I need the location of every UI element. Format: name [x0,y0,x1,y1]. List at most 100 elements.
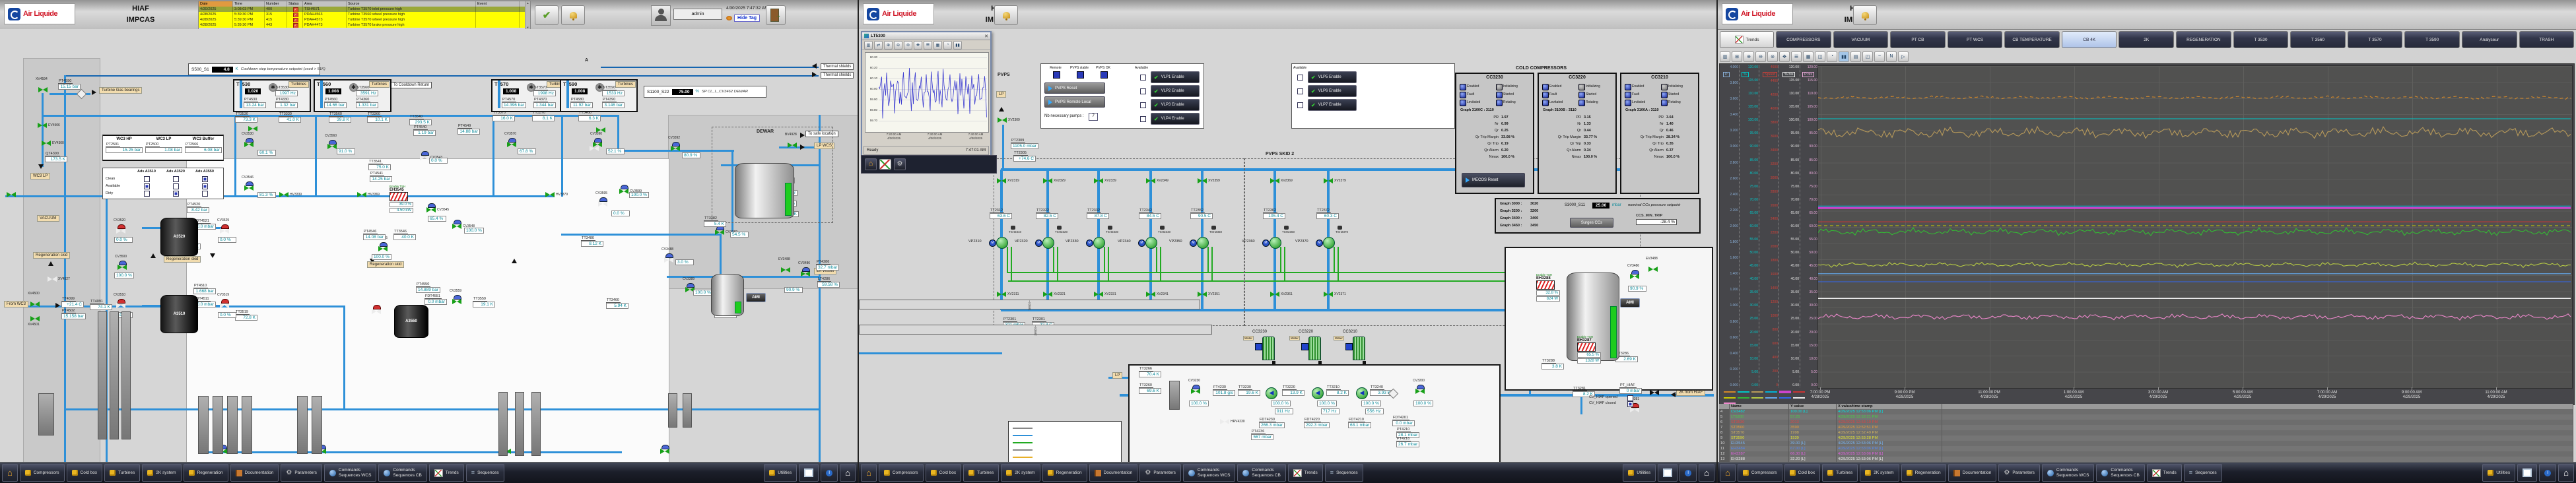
valve-CV3545[interactable]: CV3545 [426,207,436,213]
button-surges-ccs[interactable]: Surges CCs [1570,218,1613,228]
ads-check-Dirty-Ads A3520[interactable] [173,191,179,197]
nb-pumps-value[interactable]: 7 [1089,113,1098,121]
alarm-bell-button[interactable] [994,5,1018,25]
alarm-bell-button[interactable] [561,5,585,25]
taskbar-item-info[interactable]: i [821,464,838,482]
taskbar-item-cold-box[interactable]: Cold box [67,464,103,482]
valve-CV3520[interactable]: CV3520 [116,228,125,234]
legend-row-CV3482[interactable]: 4CV3482100.00 [L]4/29/2025 12:53:06 PM [… [1719,409,2573,414]
taskbar-item-documentation[interactable]: Documentation [1089,464,1138,482]
alarm-row[interactable]: 4/28/20255:39:30 PM443✓PDAH4473Turbine T… [199,22,530,28]
valve-CV3510[interactable]: CV3510 [116,303,125,309]
ads-check-Clean-Ads A3550[interactable] [202,176,208,182]
chart-tool-3[interactable]: ⊖ [1755,51,1766,62]
legend-row-ST3530[interactable]: 6ST353020134/29/2025 12:53:10 PM [1719,420,2573,425]
valve-BV4928[interactable]: BV4928 [788,143,797,148]
taskbar-item-commands-sequences-wcs[interactable]: Commands Sequences WCS [2042,464,2095,482]
taskbar-item-commands-sequences-wcs[interactable]: Commands Sequences WCS [324,464,377,482]
popup-tool-5[interactable]: ✥ [914,41,922,49]
legend-row-EH3545[interactable]: 10EH354539.00 [L]4/29/2025 12:53:06 PM [… [1719,441,2573,446]
popup-tool-0[interactable]: ▥ [864,41,873,49]
tab-analyseur[interactable]: Analyseur [2462,31,2517,48]
chart-tool-1[interactable]: ⊞ [1732,51,1742,62]
scroll-up-icon[interactable]: ▲ [525,1,530,5]
chart-tool-5[interactable]: ✥ [1779,51,1790,62]
valve-XV2371[interactable]: XV2371 [1324,292,1333,298]
taskbar-item-Utilities[interactable]: Utilities [1623,464,1656,482]
taskbar-item-parameters[interactable]: ⚙Parameters [1998,464,2040,482]
legend-row-EH3287[interactable]: 12EH328766.30 [L]4/29/2025 12:53:06 PM [… [1719,451,2573,457]
valve-XV2351[interactable]: XV2351 [1198,292,1207,298]
valve-HV3369[interactable]: HV3369 [357,192,366,198]
legend-row-ST3590[interactable]: 9ST359015394/29/2025 12:53:28 PM [1719,435,2573,441]
valve-XV2341[interactable]: XV2341 [1146,292,1155,298]
ads-check-Available-Ads A3520[interactable] [173,183,179,189]
available-check[interactable] [1297,88,1303,94]
taskbar-item-parameters[interactable]: ⚙Parameters [1139,464,1181,482]
valve-XV2359[interactable]: XV2359 [1198,178,1207,184]
available-check[interactable] [1297,75,1303,80]
vacuum-pump-VP2370[interactable]: MVP2370TSH2370 [1323,237,1335,249]
vacuum-pump-VP2340[interactable]: MVP2340TSH2340 [1145,237,1157,249]
taskbar-item-documentation[interactable]: Documentation [230,464,279,482]
sp-value[interactable]: 25.00 [1592,203,1610,209]
valve-CV3560[interactable]: CV3560 [327,144,337,150]
mini-trends-button[interactable] [879,159,891,170]
taskbar-item-commands-sequences-cb[interactable]: Commands Sequences CB [1237,464,1285,482]
popup-tool-2[interactable]: ⊕ [884,41,893,49]
ads-check-Clean-Ads A3510[interactable] [144,176,150,182]
valve-EV3488[interactable]: EV3488 [781,267,790,273]
taskbar-item-info[interactable]: i [1679,464,1697,482]
button-VLP7-Enable[interactable]: ✔VLP7 Enable [1308,99,1357,111]
available-check[interactable] [1140,88,1146,94]
taskbar-item-home2[interactable]: ⌂ [840,464,856,482]
valve-unnamed[interactable] [660,449,669,455]
taskbar-item-cold-box[interactable]: Cold box [926,464,962,482]
trend-popup-lt5300[interactable]: LT5300✕▥⇄⊕⊖⊜✥☰▦◔▮▮60.3060.2060.1060.0059… [861,31,992,158]
taskbar-item-commands-sequences-cb[interactable]: Commands Sequences CB [2096,464,2144,482]
taskbar-item-home[interactable]: ⌂ [861,464,877,482]
taskbar-item-2k-system[interactable]: 2K system [142,464,181,482]
valve-XV2321[interactable]: XV2321 [1043,292,1052,298]
ads-check-Available-Ads A3550[interactable] [202,183,208,189]
taskbar-item-compressors[interactable]: Compressors [20,464,65,482]
valve-CV3555[interactable]: CV3555 [378,246,388,252]
tab-t-3590[interactable]: T 3590 [2404,31,2460,48]
valve-CV3548[interactable]: CV3548 [452,224,461,230]
popup-tool-9[interactable]: ▮▮ [953,41,962,49]
alarm-bell-button[interactable] [1853,5,1877,25]
taskbar-item-trends[interactable]: Trends [1288,464,1323,482]
logged-user[interactable]: admin [673,9,722,20]
alarm-table[interactable]: DateTimeNumberStatusAreaSourceEvent4/30/… [198,1,531,30]
chart-tool-0[interactable]: ▥ [1720,51,1730,62]
ads-check-Dirty-Ads A3550[interactable] [202,191,208,197]
taskbar-item-Utilities[interactable]: Utilities [764,464,797,482]
taskbar-item-trends[interactable]: Trends [2147,464,2182,482]
taskbar-item-regeneration[interactable]: Regeneration [184,464,228,482]
valve-CV3559[interactable]: CV3559 [452,299,461,305]
alarm-row[interactable]: 4/30/20253:08:03 PM400✓TSH4571Turbine T3… [199,7,530,12]
legend-row-EH3484[interactable]: 11EH348467.00 [L]4/29/2025 12:53:06 PM [… [1719,446,2573,451]
button-mecos-reset[interactable]: MECOS Reset [1462,173,1525,187]
valve-EV3488[interactable]: EV3488 [1648,267,1658,273]
legend-row-ST3570[interactable]: 8ST357019984/29/2025 12:52:49 PM [1719,430,2573,435]
valve-XV2309[interactable]: XV2309 [998,117,1007,123]
valve-CV3543[interactable]: CV3543 [420,155,429,161]
setpoint-value[interactable]: 4.8 [212,67,233,73]
taskbar-item-parameters[interactable]: ⚙Parameters [281,464,322,482]
taskbar-item-documentation[interactable]: Documentation [1948,464,1997,482]
taskbar-item-sequences[interactable]: ≡Sequences [2184,464,2222,482]
hide-tag-control[interactable]: Hide Tag [726,15,760,22]
available-check[interactable] [1140,75,1146,80]
valve-XV2361[interactable]: XV2361 [1270,292,1279,298]
tab-pt-wcs[interactable]: PT WCS [1948,31,2003,48]
taskbar-item-2k-system[interactable]: 2K system [1860,464,1899,482]
taskbar-item-commands-sequences-wcs[interactable]: Commands Sequences WCS [1183,464,1236,482]
legend-row-ST3560[interactable]: 7ST356035904/29/2025 12:52:51 PM [1719,425,2573,430]
valve-unnamed[interactable] [1650,390,1659,396]
taskbar-item-home2[interactable]: ⌂ [1699,464,1714,482]
taskbar-item-regeneration[interactable]: Regeneration [1901,464,1946,482]
button-VLP2-Enable[interactable]: ✔VLP2 Enable [1151,85,1200,97]
valve-CV3599[interactable]: CV3599 [619,189,628,195]
tab-pt-cb[interactable]: PT CB [1890,31,1946,48]
